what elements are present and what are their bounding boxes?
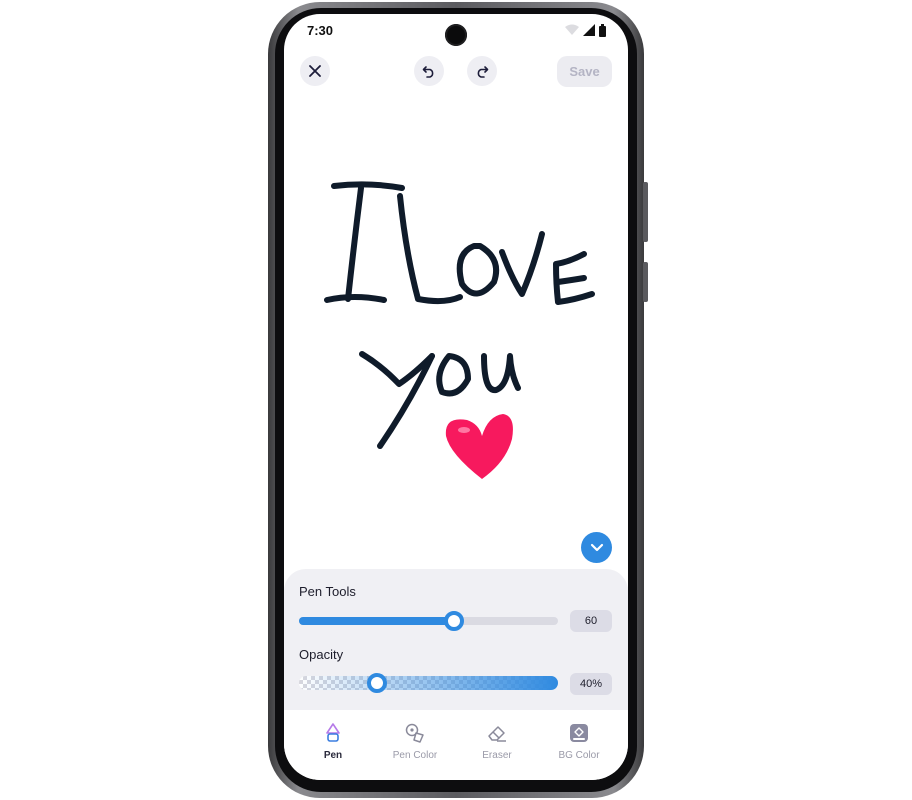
nav-pen[interactable]: Pen [290, 722, 376, 761]
opacity-gradient [299, 676, 558, 690]
undo-button[interactable] [414, 56, 444, 86]
bottom-navigation: Pen Pen Color Eraser BG Color [284, 710, 628, 780]
chevron-down-icon [590, 543, 603, 551]
pen-tools-label: Pen Tools [299, 584, 356, 599]
eraser-icon [486, 722, 508, 744]
drawing-canvas[interactable] [284, 94, 628, 574]
status-icons [565, 23, 606, 37]
opacity-slider[interactable] [299, 673, 558, 693]
top-toolbar: Save [284, 54, 628, 90]
pen-settings-panel: Pen Tools 60 Opacity 40% [284, 569, 628, 714]
heart-drawing [445, 414, 513, 479]
nav-eraser-label: Eraser [482, 750, 512, 761]
power-button [643, 262, 648, 302]
battery-icon [599, 23, 606, 37]
handwriting-strokes [324, 181, 595, 449]
pen-size-value: 60 [570, 610, 612, 632]
palette-icon [404, 722, 426, 744]
redo-button[interactable] [467, 56, 497, 86]
status-bar: 7:30 [284, 14, 628, 48]
pen-icon [322, 722, 344, 744]
wifi-icon [565, 24, 579, 35]
app-screen: 7:30 Save Pen Tools 60 Opacity 40% Pen P… [284, 14, 628, 780]
paint-bucket-icon [568, 722, 590, 744]
opacity-label: Opacity [299, 647, 344, 662]
nav-bg-color[interactable]: BG Color [536, 722, 622, 761]
collapse-panel-button[interactable] [581, 532, 612, 563]
nav-eraser[interactable]: Eraser [454, 722, 540, 761]
pen-size-slider[interactable] [299, 611, 558, 631]
close-icon [309, 65, 321, 77]
nav-bg-color-label: BG Color [558, 750, 600, 761]
nav-pen-color[interactable]: Pen Color [372, 722, 458, 761]
front-camera [445, 24, 467, 46]
pen-size-thumb[interactable] [444, 611, 465, 631]
volume-button [643, 182, 648, 242]
nav-pen-label: Pen [323, 750, 343, 761]
pen-size-fill [299, 617, 455, 625]
opacity-value: 40% [570, 673, 612, 695]
save-button[interactable]: Save [557, 56, 612, 87]
close-button[interactable] [300, 56, 330, 86]
undo-icon [422, 66, 434, 78]
redo-icon [477, 66, 489, 78]
heart-highlight [458, 427, 470, 433]
status-time: 7:30 [307, 23, 334, 38]
nav-pen-color-label: Pen Color [392, 750, 438, 761]
signal-icon [583, 24, 595, 36]
opacity-thumb[interactable] [366, 673, 387, 693]
